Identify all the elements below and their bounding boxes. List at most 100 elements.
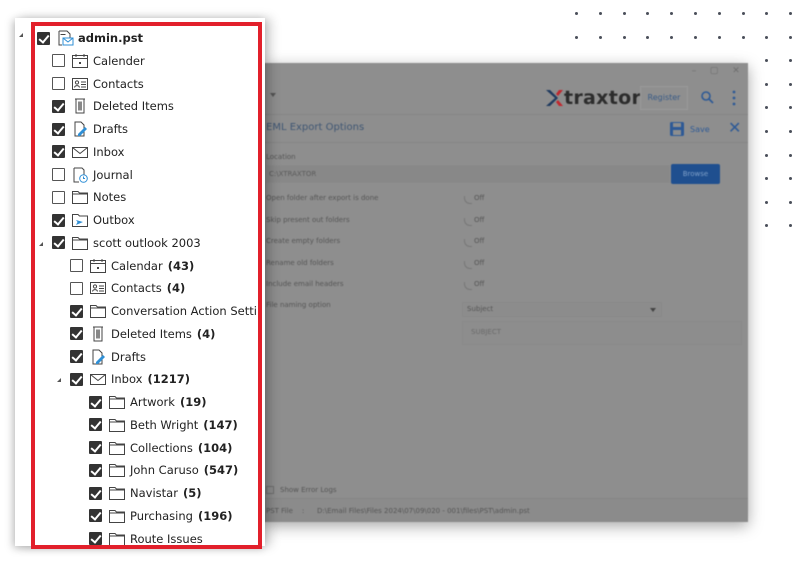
tree-node-checkbox[interactable] xyxy=(52,190,65,204)
close-icon[interactable]: ✕ xyxy=(728,119,741,137)
location-input[interactable]: C:\XTRAXTOR xyxy=(266,165,670,183)
tree-node-checkbox[interactable] xyxy=(52,145,65,159)
tree-node-label: Beth Wright xyxy=(130,417,199,432)
tree-node[interactable]: Calendar (43) xyxy=(70,256,194,276)
decorative-dot xyxy=(789,106,793,110)
tree-node-checkbox[interactable] xyxy=(70,327,83,341)
tree-node-checkbox[interactable] xyxy=(52,77,65,90)
tree-node-checkbox[interactable] xyxy=(89,441,102,454)
tree-node-checkbox[interactable] xyxy=(70,259,83,272)
option-toggle[interactable]: Off xyxy=(464,194,486,206)
tree-node[interactable]: Contacts xyxy=(52,74,144,94)
tree-node[interactable]: scott outlook 2003 xyxy=(52,233,201,253)
tree-node-label: Contacts xyxy=(93,76,144,91)
option-toggle[interactable]: Off xyxy=(464,216,486,228)
folder-icon xyxy=(108,417,126,433)
tree-node[interactable]: Navistar (5) xyxy=(89,483,201,503)
tree-node[interactable]: Deleted Items xyxy=(52,96,174,116)
tree-node-checkbox[interactable] xyxy=(52,213,65,227)
decorative-dot xyxy=(598,12,602,15)
show-error-logs-option[interactable]: Show Error Logs xyxy=(266,484,337,496)
save-label: Save xyxy=(690,124,710,134)
tree-node[interactable]: Conversation Action Settings xyxy=(70,301,262,321)
decorative-dot xyxy=(717,12,721,15)
tree-node-checkbox[interactable] xyxy=(89,418,102,432)
dropdown-caret-icon[interactable] xyxy=(270,93,276,97)
tree-node[interactable]: John Caruso (547) xyxy=(89,460,238,480)
show-error-logs-checkbox[interactable] xyxy=(266,486,274,494)
tree-node[interactable]: Drafts xyxy=(52,119,128,139)
option-toggle[interactable]: Off xyxy=(464,280,486,292)
tree-node[interactable]: Journal xyxy=(52,165,133,185)
tree-node-checkbox[interactable] xyxy=(89,395,102,409)
decorative-dot xyxy=(765,153,769,157)
folder-icon xyxy=(71,235,89,251)
tree-node-checkbox[interactable] xyxy=(89,532,102,545)
status-path: D:\Email Files\Files 2024\07\09\020 - 00… xyxy=(317,507,530,515)
tree-node-count: (4) xyxy=(166,281,186,296)
tree-node-label: Inbox xyxy=(93,144,125,159)
decorative-dot xyxy=(789,130,793,133)
option-label: Rename old folders xyxy=(266,259,334,267)
kebab-menu-icon[interactable] xyxy=(730,89,738,107)
search-icon[interactable] xyxy=(700,90,714,104)
expand-collapse-icon[interactable] xyxy=(57,378,61,383)
tree-node-label: Journal xyxy=(93,167,133,182)
expand-collapse-icon[interactable] xyxy=(39,241,43,246)
tree-node-checkbox[interactable] xyxy=(89,509,102,523)
tree-node-checkbox[interactable] xyxy=(89,486,102,500)
decorative-dot xyxy=(741,35,745,39)
decorative-dot xyxy=(765,12,769,15)
tree-node[interactable]: Contacts (4) xyxy=(70,278,185,298)
tree-node-checkbox[interactable] xyxy=(70,372,83,386)
export-options-window: – ▢ ✕ traxtor Register EML Export Option… xyxy=(262,63,748,522)
tree-node-checkbox[interactable] xyxy=(52,168,65,181)
tree-node-checkbox[interactable] xyxy=(52,99,65,113)
tree-node[interactable]: Beth Wright (147) xyxy=(89,415,238,435)
tree-node-checkbox[interactable] xyxy=(70,281,83,295)
tree-node[interactable]: Deleted Items (4) xyxy=(70,324,215,344)
tree-node-count: (4) xyxy=(196,326,216,341)
maximize-icon[interactable]: ▢ xyxy=(709,66,719,76)
option-row: Skip present out folders Off xyxy=(266,215,736,229)
file-naming-select[interactable]: Subject xyxy=(462,302,662,317)
close-window-icon[interactable]: ✕ xyxy=(731,66,741,76)
tree-node-label: Conversation Action Settings xyxy=(111,304,262,318)
option-toggle[interactable]: Off xyxy=(464,237,486,249)
tree-node-checkbox[interactable] xyxy=(70,350,83,363)
tree-node-checkbox[interactable] xyxy=(52,122,65,136)
decorative-dot xyxy=(789,224,793,228)
decorative-dot xyxy=(646,35,650,39)
tree-node[interactable]: Inbox xyxy=(52,142,124,162)
tree-node[interactable]: admin.pst xyxy=(37,28,143,48)
tree-node[interactable]: Artwork (19) xyxy=(89,392,206,412)
option-toggle[interactable]: Off xyxy=(464,259,486,271)
save-button[interactable]: Save xyxy=(670,120,710,138)
tree-node-checkbox[interactable] xyxy=(89,463,102,477)
tree-node[interactable]: Inbox (1217) xyxy=(70,369,190,389)
tree-node-checkbox[interactable] xyxy=(52,54,65,68)
tree-node-checkbox[interactable] xyxy=(70,304,83,318)
options-title: EML Export Options xyxy=(266,122,365,133)
trash-icon xyxy=(71,98,89,114)
tree-node-checkbox[interactable] xyxy=(52,236,65,250)
options-header: EML Export Options Save ✕ xyxy=(262,115,748,143)
tree-node-checkbox[interactable] xyxy=(37,31,50,45)
file-naming-preview-text: SUBJECT xyxy=(471,328,502,336)
tree-node[interactable]: Outbox xyxy=(52,210,135,230)
register-button[interactable]: Register xyxy=(640,86,688,110)
browse-button[interactable]: Browse xyxy=(671,164,720,184)
option-row: Rename old folders Off xyxy=(266,258,736,272)
minimize-icon[interactable]: – xyxy=(689,66,699,76)
expand-collapse-icon[interactable] xyxy=(19,33,23,37)
status-bar: PST File : D:\Email Files\Files 2024\07\… xyxy=(262,498,748,522)
tree-node-label: Drafts xyxy=(111,349,146,364)
tree-node[interactable]: Notes xyxy=(52,187,126,207)
tree-node[interactable]: Collections (104) xyxy=(89,438,232,458)
tree-node[interactable]: Purchasing (196) xyxy=(89,506,232,526)
brand-name: traxtor xyxy=(564,87,642,109)
tree-node[interactable]: Calender xyxy=(52,51,145,71)
tree-node[interactable]: Drafts xyxy=(70,347,146,367)
tree-node[interactable]: Route Issues xyxy=(89,529,203,545)
app-header: traxtor Register xyxy=(262,81,748,115)
